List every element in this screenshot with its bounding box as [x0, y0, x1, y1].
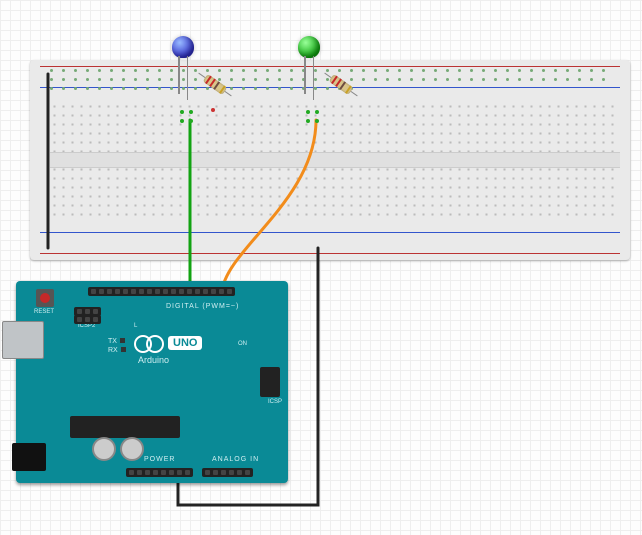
led-green-anode-lead: [313, 56, 315, 100]
resistor-band: [339, 81, 346, 90]
arduino-uno-board: RESET DIGITAL (PWM=~) POWER ANALOG IN IC…: [16, 281, 288, 483]
breadboard-center-channel: [50, 152, 620, 168]
arduino-capacitors: [92, 437, 144, 461]
label-power: POWER: [144, 456, 175, 463]
label-digital: DIGITAL (PWM=~): [166, 303, 239, 310]
arduino-icsp2-header-row2[interactable]: [74, 315, 101, 324]
arduino-digital-header-left[interactable]: [88, 287, 171, 296]
resistor-band: [219, 85, 226, 94]
breadboard-bottom-power-rail: [40, 232, 620, 254]
label-analog-in: ANALOG IN: [212, 456, 259, 463]
arduino-logo: UNO: [134, 335, 202, 351]
breadboard-tie-points: [50, 102, 620, 218]
resistor-2-lead: [351, 91, 358, 96]
label-reset: RESET: [34, 309, 54, 315]
label-tx: TX: [108, 337, 126, 346]
label-arduino: Arduino: [138, 355, 169, 365]
arduino-power-header[interactable]: [126, 468, 193, 477]
resistor-band: [213, 81, 220, 90]
arduino-analog-header[interactable]: [202, 468, 253, 477]
arduino-barrel-jack: [12, 443, 46, 471]
arduino-atmega-chip: [70, 416, 180, 438]
led-blue-cathode-lead: [178, 56, 180, 94]
label-icsp: ICSP: [268, 399, 282, 405]
label-on: ON: [238, 341, 247, 347]
arduino-infinity-icon: [134, 335, 164, 351]
resistor-1-lead: [225, 91, 232, 96]
arduino-model: UNO: [168, 336, 202, 350]
arduino-icsp-header[interactable]: [260, 367, 280, 397]
arduino-txrx-leds: TX RX: [108, 337, 126, 355]
led-blue-anode-lead: [187, 56, 189, 100]
led-green-cathode-lead: [304, 56, 306, 94]
arduino-reset-button[interactable]: [36, 289, 54, 307]
label-rx: RX: [108, 346, 126, 355]
resistor-band: [345, 85, 352, 94]
arduino-digital-header-right[interactable]: [168, 287, 235, 296]
led-green: [298, 36, 320, 58]
led-blue: [172, 36, 194, 58]
arduino-usb-port: [2, 321, 44, 359]
breadboard: [30, 60, 630, 260]
label-L: L: [134, 323, 137, 329]
